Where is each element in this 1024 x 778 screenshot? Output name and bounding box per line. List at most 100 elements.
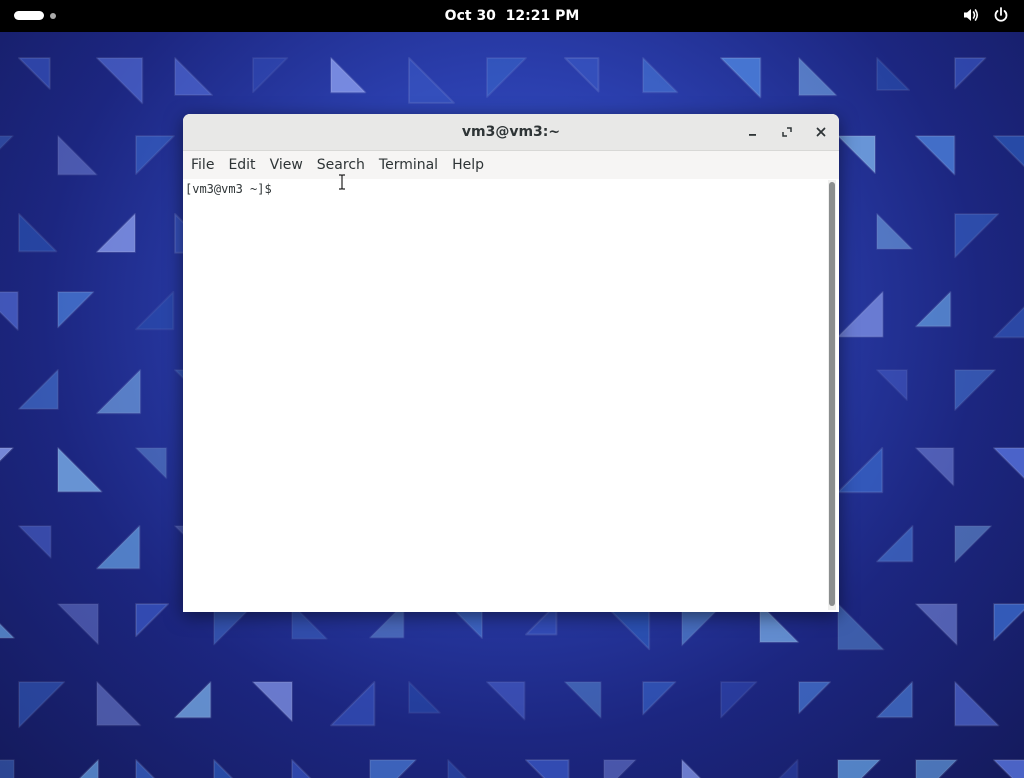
wallpaper-triangle xyxy=(57,447,103,493)
wallpaper-triangle xyxy=(954,681,1000,727)
menu-terminal[interactable]: Terminal xyxy=(372,151,445,179)
clock-button[interactable]: Oct 30 12:21 PM xyxy=(445,8,580,24)
minimize-icon xyxy=(749,134,756,136)
menu-edit[interactable]: Edit xyxy=(221,151,262,179)
wallpaper-triangle xyxy=(876,57,911,92)
wallpaper-triangle xyxy=(252,681,293,722)
wallpaper-triangle xyxy=(915,759,958,778)
wallpaper-triangle xyxy=(993,447,1024,480)
wallpaper-triangle xyxy=(213,759,234,778)
wallpaper-triangle xyxy=(18,369,59,410)
wallpaper-triangle xyxy=(0,759,15,778)
wallpaper-triangle xyxy=(525,759,570,778)
close-button[interactable] xyxy=(809,120,833,144)
wallpaper-triangle xyxy=(0,135,14,151)
wallpaper-triangle xyxy=(837,759,881,778)
wallpaper-triangle xyxy=(993,135,1024,168)
wallpaper-triangle xyxy=(0,622,15,639)
wallpaper-triangle xyxy=(330,57,367,94)
wallpaper-triangle xyxy=(174,57,214,97)
wallpaper-triangle xyxy=(798,681,832,715)
wallpaper-triangle xyxy=(564,57,600,93)
wallpaper-triangle xyxy=(603,759,637,778)
wallpaper-triangle xyxy=(78,759,100,778)
wallpaper-triangle xyxy=(96,57,144,105)
wallpaper-triangle xyxy=(837,135,877,175)
wallpaper-triangle xyxy=(291,759,312,778)
wallpaper-triangle xyxy=(954,57,987,90)
clock: Oct 30 12:21 PM xyxy=(0,0,1024,32)
scrollbar-thumb[interactable] xyxy=(829,182,835,606)
wallpaper-triangle xyxy=(778,759,799,778)
workspace-dot-icon xyxy=(50,12,56,19)
activities-button[interactable] xyxy=(14,11,56,20)
top-bar: Oct 30 12:21 PM xyxy=(0,0,1024,32)
wallpaper-triangle xyxy=(954,369,996,411)
wallpaper-triangle xyxy=(954,525,993,564)
menu-bar: File Edit View Search Terminal Help xyxy=(183,151,839,180)
terminal-scrollbar[interactable] xyxy=(828,180,836,610)
menu-view[interactable]: View xyxy=(263,151,310,179)
maximize-icon xyxy=(782,127,792,137)
wallpaper-triangle xyxy=(18,57,51,90)
wallpaper-triangle xyxy=(252,57,289,94)
wallpaper-triangle xyxy=(642,681,677,716)
volume-icon[interactable] xyxy=(962,6,980,24)
wallpaper-triangle xyxy=(96,213,136,253)
ibeam-cursor-icon xyxy=(339,174,345,190)
wallpaper-triangle xyxy=(798,57,838,97)
wallpaper-triangle xyxy=(57,135,98,176)
wallpaper-triangle xyxy=(915,291,952,328)
window-titlebar[interactable]: vm3@vm3:~ xyxy=(183,114,839,151)
clock-time: 12:21 PM xyxy=(505,8,580,24)
wallpaper-triangle xyxy=(642,57,679,94)
minimize-button[interactable] xyxy=(741,120,765,144)
wallpaper-triangle xyxy=(486,57,527,98)
wallpaper-triangle xyxy=(96,525,141,570)
wallpaper-triangle xyxy=(486,681,526,721)
wallpaper-triangle xyxy=(135,759,156,778)
wallpaper-triangle xyxy=(135,447,168,480)
wallpaper-triangle xyxy=(876,213,913,250)
wallpaper-triangle xyxy=(915,135,956,176)
wallpaper-triangle xyxy=(408,57,455,104)
wallpaper-triangle xyxy=(681,759,702,778)
terminal-window[interactable]: vm3@vm3:~ File Edit View Search Terminal… xyxy=(183,114,839,612)
wallpaper-triangle xyxy=(876,525,914,563)
clock-date: Oct 30 xyxy=(444,8,496,24)
activities-pill-icon xyxy=(14,11,44,20)
menu-file[interactable]: File xyxy=(184,151,221,179)
terminal-content[interactable]: [vm3@vm3 ~]$ xyxy=(183,179,839,612)
wallpaper-triangle xyxy=(720,681,758,719)
wallpaper-triangle xyxy=(135,291,175,331)
wallpaper-triangle xyxy=(915,447,955,487)
wallpaper-triangle xyxy=(135,135,175,175)
power-icon[interactable] xyxy=(992,6,1010,24)
wallpaper-triangle xyxy=(18,525,52,559)
menu-help[interactable]: Help xyxy=(445,151,491,179)
wallpaper-triangle xyxy=(96,369,142,415)
system-tray[interactable] xyxy=(962,6,1010,24)
wallpaper-triangle xyxy=(0,291,19,331)
wallpaper-triangle xyxy=(369,759,417,778)
desktop: Oct 30 12:21 PM vm3@vm3:~ File Edit View… xyxy=(0,0,1024,778)
wallpaper-triangle xyxy=(876,681,914,719)
wallpaper-triangle xyxy=(330,681,376,727)
wallpaper-triangle xyxy=(720,57,762,99)
wallpaper-triangle xyxy=(174,681,212,719)
wallpaper-triangle xyxy=(96,681,142,727)
wallpaper-triangle xyxy=(18,213,58,253)
wallpaper-triangle xyxy=(447,759,468,778)
wallpaper-triangle xyxy=(135,603,170,638)
close-icon xyxy=(816,127,826,137)
wallpaper-triangle xyxy=(408,681,441,714)
wallpaper-triangle xyxy=(837,603,885,651)
wallpaper-triangle xyxy=(993,603,1024,642)
maximize-button[interactable] xyxy=(775,120,799,144)
wallpaper-triangle xyxy=(993,759,1024,778)
wallpaper-triangle xyxy=(57,291,95,329)
shell-prompt: [vm3@vm3 ~]$ xyxy=(185,182,279,196)
wallpaper-triangle xyxy=(57,603,100,646)
wallpaper-triangle xyxy=(837,447,884,494)
wallpaper-triangle xyxy=(876,369,909,402)
